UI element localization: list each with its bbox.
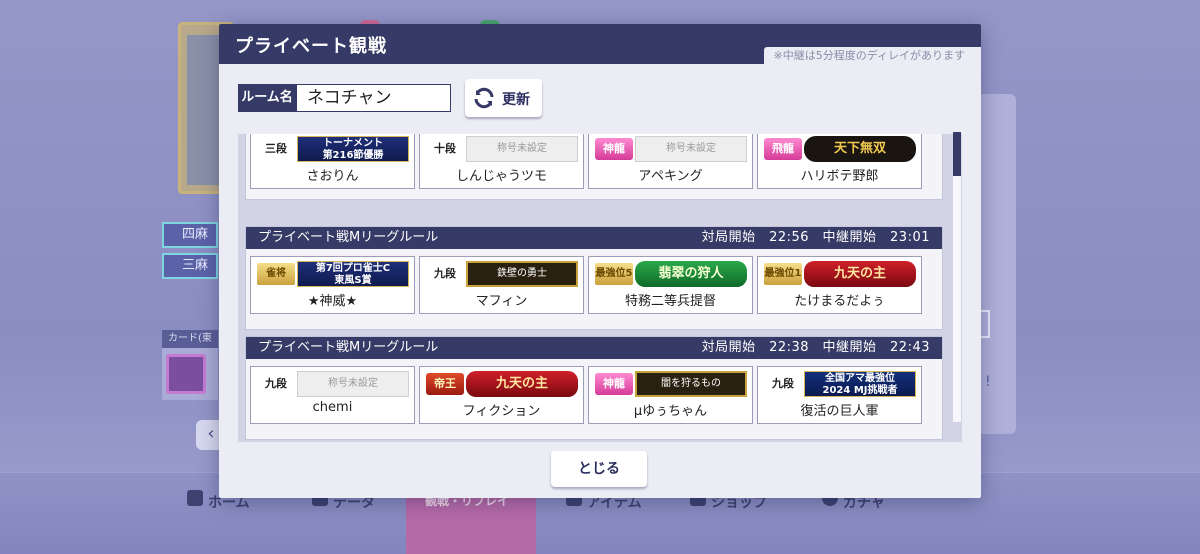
title-badge: 天下無双 (804, 136, 916, 162)
title-badge: 第7回プロ雀士C 東風S賞 (297, 261, 409, 287)
match-header: プライベート戦Mリーグルール 対局開始 22:56 中継開始 23:01 (246, 227, 942, 249)
title-badge: 称号未設定 (297, 371, 409, 397)
match-card[interactable]: プライベート戦Mリーグルール 対局開始 22:38 中継開始 22:43 九段 称号未… (245, 336, 943, 440)
match-time: 対局開始 22:56 中継開始 23:01 (701, 230, 930, 245)
rank-badge: 最強位5 (595, 263, 633, 285)
match-header: プライベート戦Mリーグルール 対局開始 22:38 中継開始 22:43 (246, 337, 942, 359)
rank-badge: 九段 (772, 377, 794, 390)
player-name: μゆぅちゃん (633, 404, 708, 419)
card-label: カード(東 (162, 330, 218, 348)
player-name: しんじゃうツモ (455, 169, 547, 184)
player-card: 九段 鉄壁の勇士マフィン (419, 256, 584, 314)
refresh-button[interactable]: 更新 (465, 79, 542, 117)
rank-badge: 帝王 (426, 373, 464, 395)
rank-badge: 九段 (265, 377, 287, 390)
player-name: アペキング (638, 169, 703, 184)
player-card: 雀将 第7回プロ雀士C 東風S賞 ★神威★ (250, 256, 415, 314)
player-name: chemi (312, 400, 353, 415)
right-tab (980, 310, 990, 338)
rank-badge: 神龍 (595, 373, 633, 395)
refresh-label: 更新 (502, 92, 530, 108)
player-name: たけまるだよぅ (794, 294, 885, 309)
room-name-input[interactable]: ネコチャン (296, 84, 451, 112)
player-name: ハリボテ野郎 (800, 169, 879, 184)
player-name: 特務二等兵提督 (624, 294, 716, 309)
title-badge: 九天の主 (804, 261, 916, 287)
title-badge: 鉄壁の勇士 (466, 261, 578, 287)
title-badge: 称号未設定 (635, 136, 747, 162)
match-time: 対局開始 22:38 中継開始 22:43 (701, 340, 930, 355)
player-card: 九段 全国アマ最強位 2024 MJ挑戦者復活の巨人軍 (757, 366, 922, 424)
room-name-label: ルーム名 (238, 84, 296, 112)
title-badge: トーナメント 第216節優勝 (297, 136, 409, 162)
private-watch-modal: プライベート観戦 ※中継は5分程度のディレイがあります ルーム名 ネコチャン 更… (219, 24, 981, 498)
close-button[interactable]: とじる (551, 451, 647, 487)
player-name: 復活の巨人軍 (800, 404, 879, 419)
refresh-icon (474, 87, 494, 109)
player-card: 十段 称号未設定しんじゃうツモ (419, 134, 584, 189)
card-box (162, 348, 218, 400)
mode-tab-3p: 三麻 (162, 253, 218, 279)
title-badge: 闇を狩るもの (635, 371, 747, 397)
rank-badge: 最強位1 (764, 263, 802, 285)
player-card: 最強位5 翡翠の狩人特務二等兵提督 (588, 256, 753, 314)
rank-badge: 三段 (265, 142, 287, 155)
delay-note: ※中継は5分程度のディレイがあります (763, 47, 981, 65)
player-card: 神龍 闇を狩るもの μゆぅちゃん (588, 366, 753, 424)
card-icon (166, 354, 206, 394)
player-card: 三段 トーナメント 第216節優勝さおりん (250, 134, 415, 189)
player-name: さおりん (306, 169, 359, 184)
match-rule: プライベート戦Mリーグルール (258, 230, 439, 245)
rank-badge: 神龍 (595, 138, 633, 160)
home-icon (187, 490, 203, 506)
player-card: 帝王 九天の主フィクション (419, 366, 584, 424)
match-rule: プライベート戦Mリーグルール (258, 340, 439, 355)
match-card[interactable]: プライベート戦Mリーグルール 対局開始 22:56 中継開始 23:01 雀将 第7回… (245, 226, 943, 330)
title-badge: 全国アマ最強位 2024 MJ挑戦者 (804, 371, 916, 397)
player-card: 神龍 称号未設定アペキング (588, 134, 753, 189)
title-badge: 翡翠の狩人 (635, 261, 747, 287)
player-name: ★神威★ (307, 294, 358, 309)
player-card: 九段 称号未設定 chemi (250, 366, 415, 424)
rank-badge: 飛龍 (764, 138, 802, 160)
exclamation-icon: ! (985, 374, 991, 390)
match-list[interactable]: 三段 トーナメント 第216節優勝 さおりん 十段 称号未設定 しんじゃうツモ 神龍 称号未設… (238, 134, 962, 442)
title-badge: 称号未設定 (466, 136, 578, 162)
player-card: 飛龍 天下無双ハリボテ野郎 (757, 134, 922, 189)
mode-tab-4p: 四麻 (162, 222, 218, 248)
modal-title: プライベート観戦 (235, 36, 387, 57)
player-name: マフィン (475, 294, 528, 309)
rank-badge: 雀将 (257, 263, 295, 285)
player-name: フィクション (462, 404, 541, 419)
match-card[interactable]: 三段 トーナメント 第216節優勝 さおりん 十段 称号未設定 しんじゃうツモ 神龍 称号未設… (245, 134, 943, 200)
rank-badge: 十段 (434, 142, 456, 155)
scrollbar-thumb[interactable] (953, 132, 961, 176)
title-badge: 九天の主 (466, 371, 578, 397)
player-card: 最強位1 九天の主たけまるだよぅ (757, 256, 922, 314)
rank-badge: 九段 (434, 267, 456, 280)
